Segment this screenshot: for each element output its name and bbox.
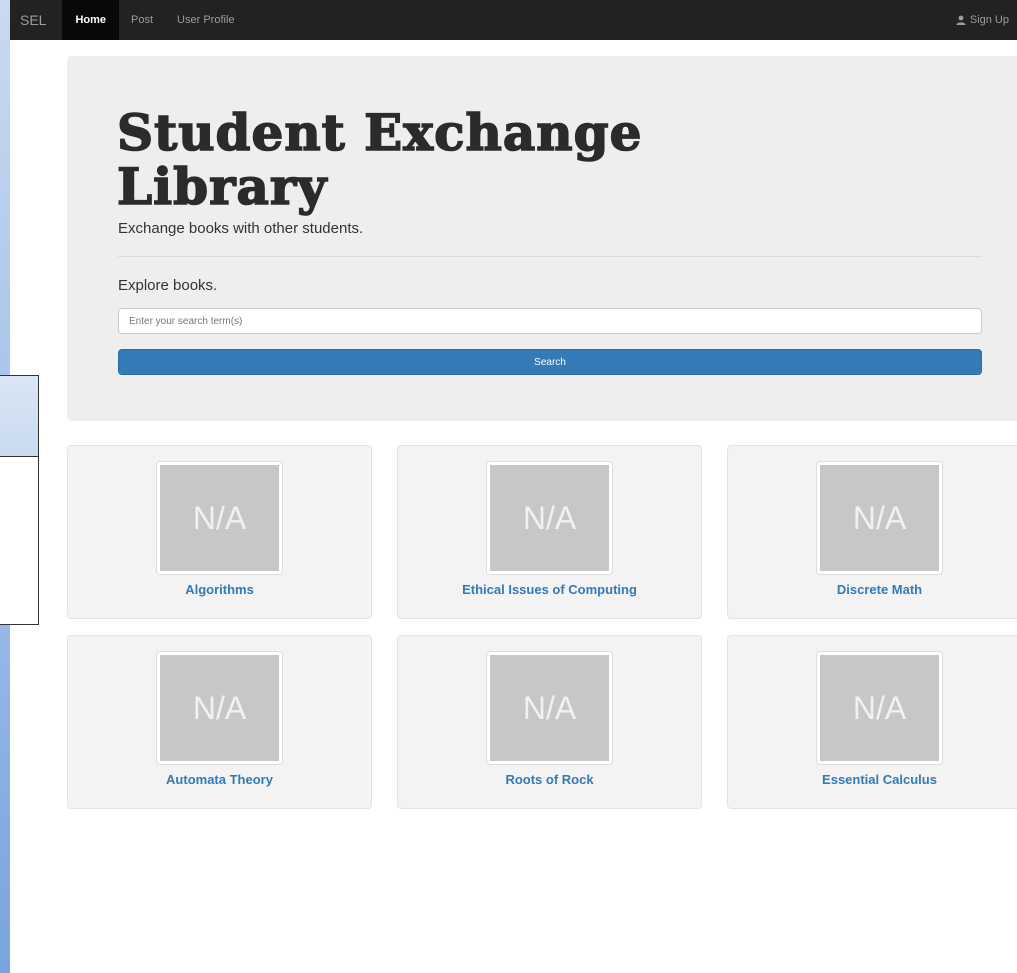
page-title-line-2: Library <box>116 157 328 216</box>
explore-label: Explore books. <box>118 277 218 294</box>
book-card[interactable]: N/A Automata Theory <box>67 635 372 809</box>
page-subtitle: Exchange books with other students. <box>118 220 364 237</box>
book-card[interactable]: N/A Discrete Math <box>727 445 1017 619</box>
hero-divider <box>118 256 982 257</box>
book-title-link[interactable]: Automata Theory <box>68 772 371 787</box>
book-image-placeholder: N/A <box>490 465 609 571</box>
book-thumbnail[interactable]: N/A <box>486 461 613 575</box>
navbar: SEL Home Post User Profile Sign Up <box>10 0 1017 40</box>
book-thumbnail[interactable]: N/A <box>486 651 613 765</box>
book-image-placeholder: N/A <box>820 465 939 571</box>
book-image-placeholder: N/A <box>160 465 279 571</box>
side-overlay-band <box>0 376 38 457</box>
book-title-link[interactable]: Discrete Math <box>728 582 1017 597</box>
book-card[interactable]: N/A Roots of Rock <box>397 635 702 809</box>
book-title-link[interactable]: Essential Calculus <box>728 772 1017 787</box>
book-card[interactable]: N/A Essential Calculus <box>727 635 1017 809</box>
book-card[interactable]: N/A Ethical Issues of Computing <box>397 445 702 619</box>
book-title-link[interactable]: Algorithms <box>68 582 371 597</box>
hero-jumbotron: Student Exchange Library Exchange books … <box>67 56 1017 421</box>
nav-user-profile[interactable]: User Profile <box>165 0 246 40</box>
signup-label: Sign Up <box>969 14 1009 26</box>
book-thumbnail[interactable]: N/A <box>816 651 943 765</box>
book-image-placeholder: N/A <box>160 655 279 761</box>
signup-link[interactable]: Sign Up <box>956 14 1017 26</box>
book-card[interactable]: N/A Algorithms <box>67 445 372 619</box>
side-overlay-panel <box>0 375 39 625</box>
page-title: Student Exchange Library <box>116 103 643 216</box>
book-image-placeholder: N/A <box>490 655 609 761</box>
book-title-link[interactable]: Ethical Issues of Computing <box>398 582 701 597</box>
search-button[interactable]: Search <box>118 349 982 375</box>
book-image-placeholder: N/A <box>820 655 939 761</box>
book-title-link[interactable]: Roots of Rock <box>398 772 701 787</box>
search-input[interactable] <box>118 308 982 334</box>
user-icon <box>956 15 966 25</box>
brand-link[interactable]: SEL <box>10 12 62 28</box>
book-thumbnail[interactable]: N/A <box>156 651 283 765</box>
nav-home[interactable]: Home <box>62 0 120 40</box>
book-thumbnail[interactable]: N/A <box>816 461 943 575</box>
book-thumbnail[interactable]: N/A <box>156 461 283 575</box>
nav-post[interactable]: Post <box>119 0 165 40</box>
page-title-line-1: Student Exchange <box>116 103 643 162</box>
